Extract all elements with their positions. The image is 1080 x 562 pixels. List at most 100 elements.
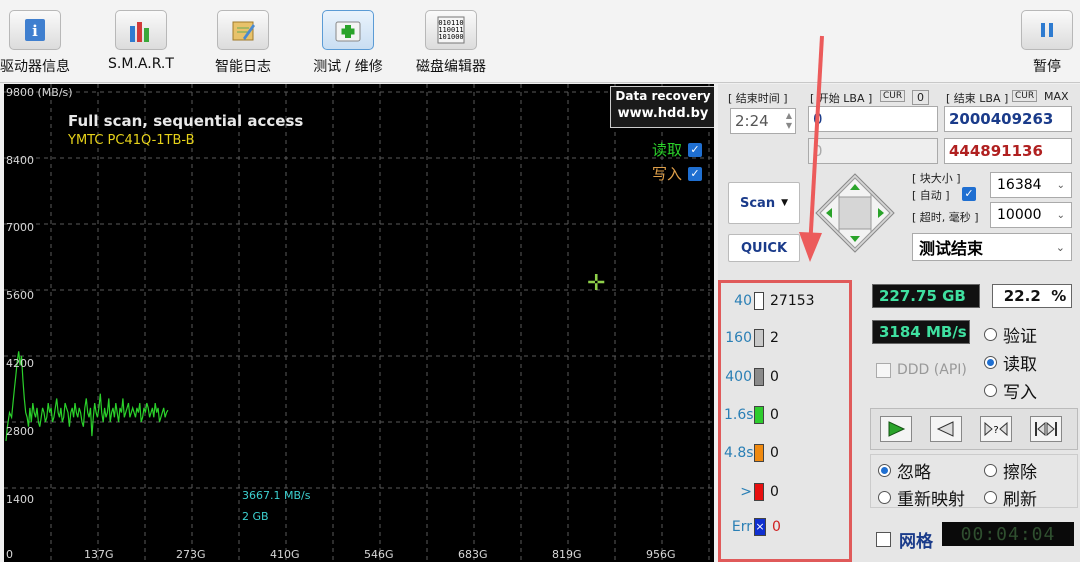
read-radio[interactable]: 读取 (984, 350, 1037, 375)
start-lba-label: [ 开始 LBA ] (810, 92, 873, 105)
stat-row-3: 1.6s 0 (724, 405, 779, 425)
verify-radio[interactable]: 验证 (984, 322, 1037, 347)
scan-button[interactable]: Scan ▼ (728, 182, 800, 224)
max-tag[interactable]: MAX (1044, 90, 1069, 103)
block-size-select[interactable]: 16384 ⌄ (990, 172, 1072, 198)
stat-color-swatch: × (754, 518, 766, 536)
stat-label: 40 (734, 293, 752, 309)
refresh-radio-dot[interactable] (984, 491, 997, 504)
crosshair-icon: ✛ (587, 271, 606, 296)
y-tick-9800: 9800 (6, 86, 34, 99)
block-size-label: [ 块大小 ] (912, 172, 961, 185)
chevron-down-icon: ⌄ (1056, 209, 1065, 221)
end-time-field[interactable]: 2:24 ▲ ▼ (730, 108, 796, 134)
write-radio-dot[interactable] (984, 384, 997, 397)
smart-icon (115, 10, 167, 50)
verify-radio-dot[interactable] (984, 328, 997, 341)
grid-checkbox[interactable] (876, 532, 891, 547)
grid-option[interactable]: 网格 (876, 527, 933, 552)
legend-write-checkbox[interactable]: ✓ (688, 166, 702, 181)
stat-label: > (740, 484, 752, 500)
y-tick-5600: 5600 (6, 289, 34, 302)
y-top-label: 9800 (MB/s) (6, 86, 73, 99)
drive-info-button[interactable]: i 驱动器信息 (0, 10, 76, 76)
erase-radio-dot[interactable] (984, 464, 997, 477)
legend-read[interactable]: 读取 ✓ (652, 139, 702, 160)
stat-row-5: >0 (724, 482, 779, 502)
auto-checkbox[interactable]: ✓ (962, 187, 976, 201)
butterfly-button[interactable] (1030, 416, 1062, 442)
elapsed-timer: 00:04:04 (942, 522, 1074, 546)
cur-tag[interactable]: CUR (880, 90, 906, 102)
end-lba-field[interactable]: 2000409263 (944, 106, 1072, 132)
legend-read-checkbox[interactable]: ✓ (688, 142, 702, 157)
play-button[interactable] (880, 416, 912, 442)
erase-label: 擦除 (1003, 463, 1037, 483)
quick-button[interactable]: QUICK (728, 234, 800, 262)
smart-button[interactable]: S.M.A.R.T (100, 10, 182, 72)
svg-text:i: i (32, 22, 38, 40)
status-value: 测试结束 (919, 239, 984, 258)
capacity-display: 227.75 GB (872, 284, 980, 308)
timeout-select[interactable]: 10000 ⌄ (990, 202, 1072, 228)
ddd-api-label: DDD (API) (897, 362, 967, 378)
stat-label: 400 (725, 369, 752, 385)
remap-radio-dot[interactable] (878, 491, 891, 504)
direction-pad[interactable] (814, 172, 896, 254)
cur-value: 0 (912, 90, 929, 105)
timeout-value: 10000 (997, 207, 1042, 223)
ddd-api-checkbox[interactable] (876, 362, 891, 378)
stat-label: Err (731, 519, 752, 535)
y-unit: (MB/s) (37, 86, 73, 99)
stat-count: 0 (770, 369, 779, 385)
ddd-api-option[interactable]: DDD (API) (876, 362, 967, 378)
info-icon: i (9, 10, 61, 50)
x-tick-273g: 273G (176, 548, 206, 561)
end-cur-tag[interactable]: CUR (1012, 90, 1038, 102)
pause-icon (1021, 10, 1073, 50)
read-radio-dot[interactable] (984, 356, 997, 369)
current-position-label: 2 GB (242, 510, 269, 523)
svg-text:?: ? (993, 425, 998, 436)
stat-row-2: 400 0 (724, 367, 779, 387)
spinner-icon[interactable]: ▲ ▼ (786, 111, 795, 131)
x-tick-956g: 956G (646, 548, 676, 561)
disk-editor-button[interactable]: 010110 110011 101000 磁盘编辑器 (410, 10, 492, 76)
y-tick-4200: 4200 (6, 357, 34, 370)
stat-row-1: 160 2 (724, 328, 779, 348)
legend-write[interactable]: 写入 ✓ (652, 163, 702, 184)
medkit-icon (322, 10, 374, 50)
erase-radio[interactable]: 擦除 (984, 458, 1037, 483)
seek-random-button[interactable]: ? (980, 416, 1012, 442)
percent-sign: % (1051, 287, 1067, 305)
ignore-radio-dot[interactable] (878, 464, 891, 477)
timeout-label: [ 超时, 毫秒 ] (912, 211, 979, 224)
start-lba-field[interactable]: 0 (808, 106, 938, 132)
speed-chart-svg (4, 84, 714, 562)
refresh-radio[interactable]: 刷新 (984, 485, 1037, 510)
ignore-label: 忽略 (897, 463, 931, 483)
test-repair-button[interactable]: 测试 / 维修 (307, 10, 389, 76)
stat-label: 1.6s (724, 407, 754, 423)
write-radio[interactable]: 写入 (984, 378, 1037, 403)
stat-label: 4.8s (724, 445, 754, 461)
x-tick-410g: 410G (270, 548, 300, 561)
smart-log-label: 智能日志 (215, 59, 271, 75)
stat-count: 0 (770, 407, 779, 423)
stat-color-swatch (754, 406, 764, 424)
y-tick-1400: 1400 (6, 493, 34, 506)
stat-row-6: Err × 0 (724, 517, 781, 537)
watermark-line1: Data recovery (615, 89, 711, 103)
status-select[interactable]: 测试结束 ⌄ (912, 233, 1072, 261)
play-icon (888, 421, 906, 437)
reverse-button[interactable] (930, 416, 962, 442)
control-panel: [ 结束时间 ] [ 开始 LBA ] CUR 0 [ 结束 LBA ] CUR… (718, 84, 1080, 562)
ignore-radio[interactable]: 忽略 (878, 458, 931, 483)
remap-radio[interactable]: 重新映射 (878, 485, 965, 510)
stat-count: 0 (770, 484, 779, 500)
write-label: 写入 (1003, 383, 1037, 403)
smart-log-button[interactable]: 智能日志 (202, 10, 284, 76)
chevron-down-icon: ⌄ (1055, 240, 1065, 254)
legend-write-label: 写入 (651, 165, 682, 183)
pause-button[interactable]: 暂停 (1012, 10, 1080, 76)
